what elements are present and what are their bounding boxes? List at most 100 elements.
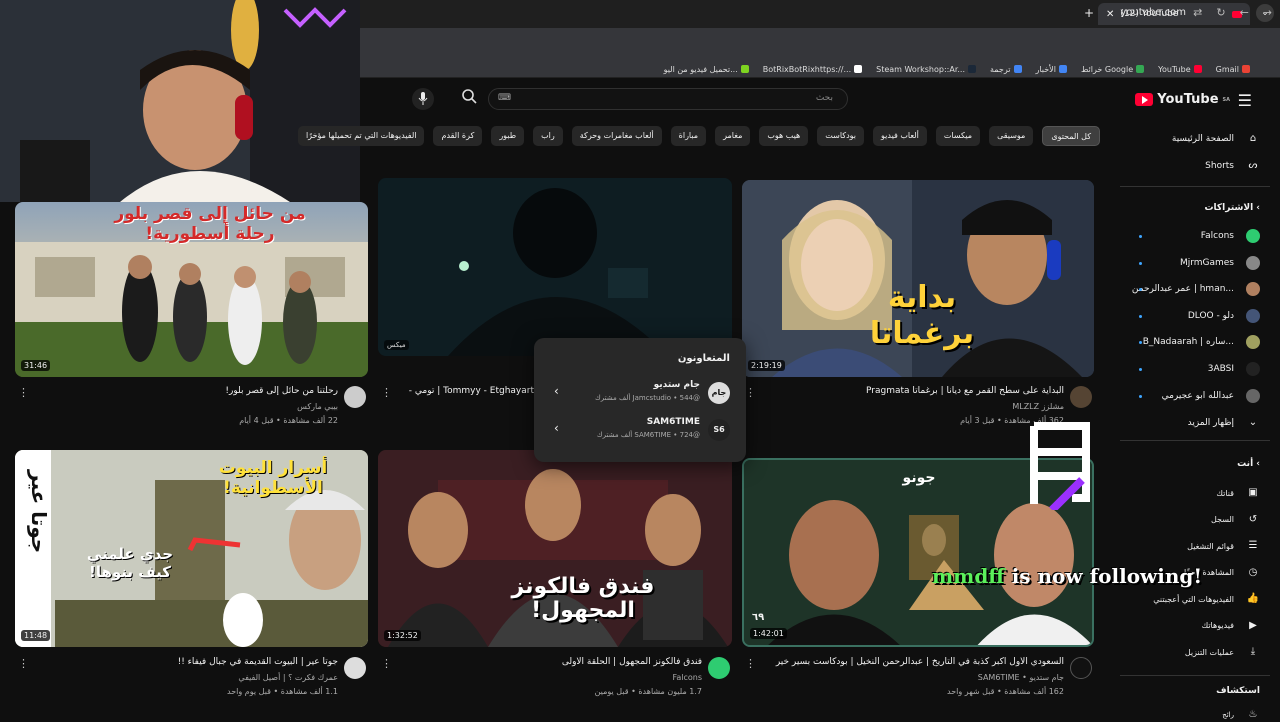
video-thumbnail[interactable]: ميكس bbox=[378, 178, 732, 356]
subscriptions-heading[interactable]: الاشتراكات ‹ bbox=[1205, 203, 1261, 213]
category-chip[interactable]: كل المحتوى bbox=[1042, 126, 1100, 146]
video-thumbnail[interactable]: من حائل إلى قصر بلور رحلة أسطورية! 31:46 bbox=[15, 202, 368, 377]
search-input[interactable]: بحث bbox=[488, 88, 848, 110]
channel-name[interactable]: عمرك فكرت ؟ | أصيل الفيفي bbox=[30, 673, 338, 682]
youtube-logo[interactable]: YouTube SA bbox=[1135, 92, 1230, 107]
bookmark-label: الأخبار bbox=[1035, 64, 1056, 74]
sidebar-item-home[interactable]: الصفحة الرئيسية ⌂ bbox=[1120, 132, 1260, 146]
your-videos-icon: ▶ bbox=[1249, 619, 1257, 631]
forward-icon[interactable]: → bbox=[1263, 6, 1272, 19]
channel-avatar[interactable] bbox=[344, 657, 366, 679]
category-chip[interactable]: الفيديوهات التي تم تحميلها مؤخرًا bbox=[297, 126, 425, 146]
category-chip[interactable]: كرة القدم bbox=[433, 126, 483, 146]
category-chip[interactable]: ألعاب مغامرات وحركة bbox=[571, 126, 662, 146]
more-options-icon[interactable]: ⋮ bbox=[18, 657, 29, 670]
more-options-icon[interactable]: ⋮ bbox=[381, 386, 392, 399]
bookmark-item[interactable]: ترجمة bbox=[990, 61, 1022, 77]
video-title[interactable]: Tommyy - Etghayart | تومي - bbox=[400, 386, 534, 396]
bookmark-favicon-icon bbox=[1058, 65, 1067, 73]
channel-avatar-icon bbox=[1246, 388, 1260, 403]
category-chip[interactable]: هيب هوب bbox=[759, 126, 809, 146]
video-thumbnail[interactable]: فندق فالكونز المجهول! 1:32:52 bbox=[378, 450, 732, 647]
channel-avatar[interactable] bbox=[1070, 386, 1092, 408]
bookmark-item[interactable]: YouTube bbox=[1158, 61, 1202, 77]
chevron-left-icon[interactable]: ‹ bbox=[554, 421, 559, 435]
playlists-icon: ☰ bbox=[1248, 540, 1258, 551]
category-chip[interactable]: مباراة bbox=[670, 126, 707, 146]
video-title[interactable]: فندق فالكونز المجهول | الحلقة الاولى bbox=[400, 657, 702, 667]
video-title[interactable]: جوتا عير | البيوت القديمة في جبال فيفاء … bbox=[30, 657, 338, 667]
category-chip[interactable]: موسيقى bbox=[989, 126, 1034, 146]
new-content-dot bbox=[1139, 235, 1142, 238]
sidebar-item-label: إظهار المزيد bbox=[1187, 418, 1234, 428]
chevron-left-icon[interactable]: ‹ bbox=[554, 384, 559, 398]
sidebar-item-shorts[interactable]: Shorts ᔕ bbox=[1120, 159, 1260, 173]
menu-icon[interactable]: ☰ bbox=[1238, 91, 1252, 110]
sidebar-you-item[interactable]: قناتك ▣ bbox=[1120, 486, 1260, 500]
sidebar-you-item[interactable]: فيديوهاتك ▶ bbox=[1120, 619, 1260, 633]
category-chip[interactable]: ميكسات bbox=[935, 126, 981, 146]
category-chip[interactable]: مغامر bbox=[715, 126, 751, 146]
channel-avatar-icon bbox=[1246, 362, 1260, 376]
channel-avatar[interactable] bbox=[708, 657, 730, 679]
microphone-icon bbox=[418, 92, 428, 105]
channel-avatar[interactable] bbox=[344, 386, 366, 408]
collaborator-row[interactable]: جام جام ستديو @Jamcstudio • 544 ألف مشتر… bbox=[550, 378, 730, 408]
more-options-icon[interactable]: ⋮ bbox=[18, 386, 29, 399]
channel-name[interactable]: جام ستديو • SAM6TIME bbox=[760, 673, 1064, 682]
site-settings-icon[interactable]: ⇄ bbox=[1193, 6, 1202, 19]
back-icon[interactable]: ← bbox=[1240, 6, 1249, 19]
sidebar-you-item[interactable]: السجل ↺ bbox=[1120, 513, 1260, 527]
reload-icon[interactable]: ↻ bbox=[1216, 6, 1225, 19]
sidebar-you-item[interactable]: عمليات التنزيل ⤓ bbox=[1120, 645, 1260, 659]
voice-search-button[interactable] bbox=[412, 88, 434, 110]
video-title[interactable]: البداية على سطح القمر مع ديانا | برغماتا… bbox=[760, 386, 1064, 396]
channel-name[interactable]: مشلزز MLZLZ bbox=[760, 402, 1064, 411]
channel-avatar[interactable] bbox=[1070, 657, 1092, 679]
video-title[interactable]: رحلتنا من حائل إلى قصر بلور! bbox=[30, 386, 338, 396]
collaborator-row[interactable]: S6 SAM6TIME @SAM6TIME • 724 ألف مشترك ‹ bbox=[550, 415, 730, 445]
close-tab-icon[interactable]: ✕ bbox=[1106, 9, 1114, 20]
category-chip[interactable]: بودكاست bbox=[817, 126, 865, 146]
more-options-icon[interactable]: ⋮ bbox=[381, 657, 392, 670]
category-chip[interactable]: طبور bbox=[491, 126, 525, 146]
bookmark-item[interactable]: الأخبار bbox=[1036, 61, 1067, 77]
history-icon: ↺ bbox=[1248, 513, 1258, 525]
collaborator-subscribers: @Jamcstudio • 544 ألف مشترك bbox=[595, 394, 700, 402]
you-label: أنت bbox=[1237, 459, 1254, 469]
sidebar-divider bbox=[1120, 440, 1270, 441]
sidebar-you-item[interactable]: قوائم التشغيل ☰ bbox=[1120, 539, 1260, 553]
channel-name[interactable]: بيبي ماركس bbox=[30, 402, 338, 411]
url-field[interactable]: youtube.com bbox=[1120, 7, 1186, 18]
new-tab-button[interactable]: + bbox=[1084, 6, 1094, 20]
keyboard-icon[interactable]: ⌨ bbox=[498, 93, 511, 103]
bookmark-item[interactable]: BotRixBotRixhttps://... bbox=[763, 61, 863, 77]
thumbnail-number-badge: ٦٩ bbox=[752, 612, 765, 623]
sidebar-item-label: قوائم التشغيل bbox=[1187, 541, 1234, 551]
category-chip[interactable]: راب bbox=[533, 126, 563, 146]
sidebar-you-item[interactable]: الفيديوهات التي أعجبتني 👍 bbox=[1120, 592, 1260, 606]
more-options-icon[interactable]: ⋮ bbox=[745, 386, 756, 399]
video-title[interactable]: السعودي الأول أكبر كذبة في التاريخ | عبد… bbox=[760, 657, 1064, 667]
sidebar-item-label: الفيديوهات التي أعجبتني bbox=[1153, 594, 1234, 604]
stream-logo-icon bbox=[1030, 422, 1090, 510]
video-duration: 1:42:01 bbox=[750, 628, 787, 639]
bookmark-item[interactable]: Gmail bbox=[1216, 61, 1250, 77]
bookmark-item[interactable]: تحميل فيديو من اليو... bbox=[664, 61, 749, 77]
bookmark-item[interactable]: خرائط Google bbox=[1081, 61, 1145, 77]
video-thumbnail[interactable]: جوتا عير أسرار البيوت الأسطوانية! جدي عل… bbox=[15, 450, 368, 647]
bookmark-favicon-icon bbox=[1242, 65, 1250, 73]
you-heading[interactable]: أنت ‹ bbox=[1237, 459, 1260, 469]
bookmark-favicon-icon bbox=[1013, 65, 1022, 73]
bookmark-item[interactable]: Steam Workshop::Ar... bbox=[876, 61, 976, 77]
category-chips: كل المحتوى موسيقى ميكسات ألعاب فيديو بودكاست… bbox=[297, 126, 1100, 146]
show-more-button[interactable]: إظهار المزيد ⌄ bbox=[1120, 416, 1260, 430]
channel-name[interactable]: Falcons bbox=[400, 673, 702, 682]
more-options-icon[interactable]: ⋮ bbox=[745, 657, 756, 670]
sidebar-item-label: عبدالله ابو عجيرمي bbox=[1161, 390, 1234, 401]
video-meta: 1.1 ألف مشاهدة • قبل يوم واحد bbox=[227, 687, 338, 696]
category-chip[interactable]: ألعاب فيديو bbox=[873, 126, 927, 146]
video-thumbnail[interactable]: بداية برغماتا 2:19:19 bbox=[742, 180, 1094, 377]
search-button[interactable] bbox=[459, 88, 481, 110]
sidebar-item-label: B_Nadaarah | ساره... bbox=[1142, 337, 1234, 348]
